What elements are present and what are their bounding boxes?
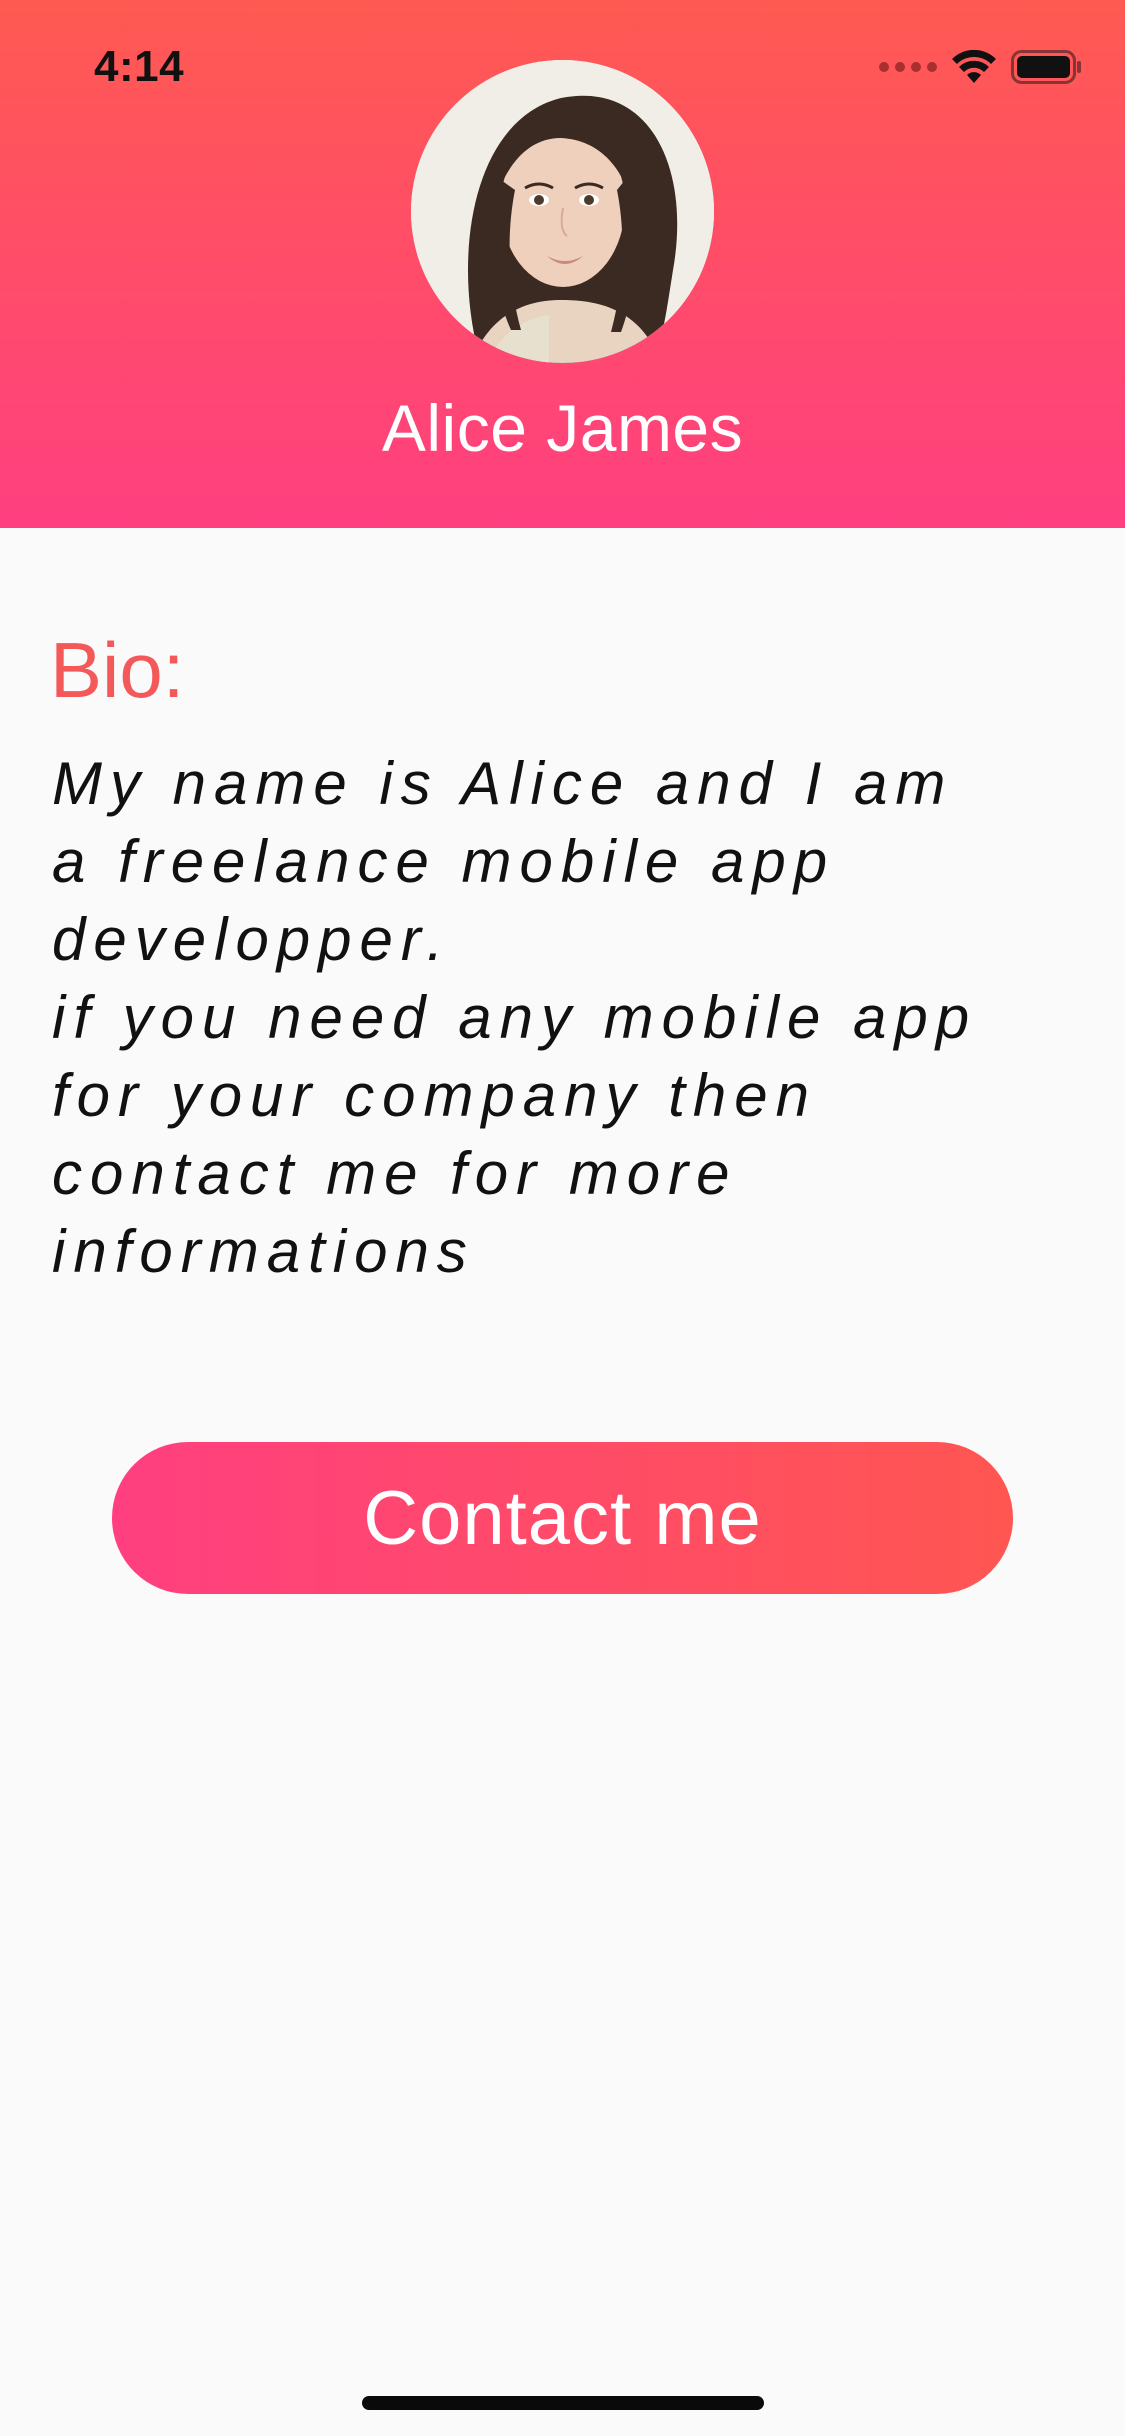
signal-icon — [879, 62, 937, 72]
contact-me-label: Contact me — [363, 1475, 762, 1561]
avatar-photo — [411, 60, 714, 363]
home-indicator[interactable] — [362, 2396, 764, 2410]
status-time: 4:14 — [94, 42, 185, 91]
profile-screen: 4:14 Alice James Bio: My name is Alice a… — [0, 0, 1125, 2436]
profile-header: 4:14 Alice James — [0, 0, 1125, 528]
bio-text: My name is Alice and I am a freelance mo… — [52, 750, 978, 1285]
status-icons — [879, 50, 1083, 84]
avatar — [411, 60, 714, 363]
contact-me-button[interactable]: Contact me — [112, 1442, 1013, 1594]
wifi-icon — [952, 50, 996, 83]
battery-icon — [1011, 50, 1081, 84]
profile-name: Alice James — [381, 391, 744, 465]
bio-label: Bio: — [50, 626, 185, 714]
